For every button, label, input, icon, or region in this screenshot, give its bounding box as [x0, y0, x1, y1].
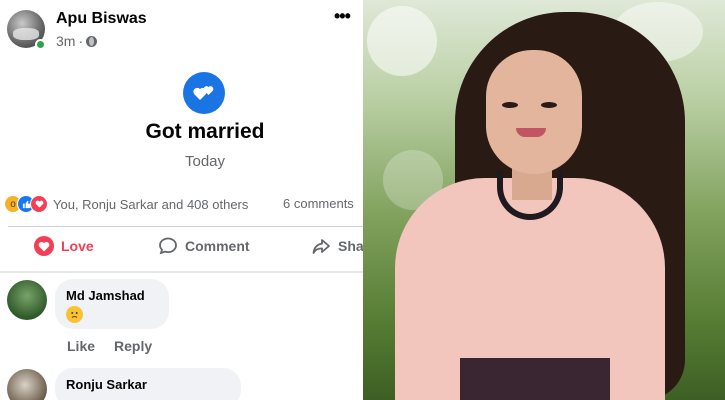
comment-button[interactable]: Comment	[158, 236, 250, 256]
divider	[8, 226, 363, 227]
love-reaction-icon	[30, 195, 48, 213]
life-event-date: Today	[184, 153, 226, 170]
love-label: Love	[61, 238, 94, 254]
facebook-post: Apu Biswas 3m · ••• Got married Today o …	[0, 0, 363, 400]
portrait-lips	[516, 128, 546, 137]
post-actions-bar: Love Comment Share	[0, 236, 363, 262]
life-event-title: Got married	[145, 120, 265, 143]
commenter-avatar[interactable]	[7, 369, 47, 400]
author-name[interactable]: Apu Biswas	[56, 10, 147, 28]
bokeh-light	[367, 6, 437, 76]
portrait-eye	[502, 102, 518, 108]
comment-icon	[159, 237, 177, 255]
portrait-skirt	[460, 358, 610, 400]
share-label: Share	[338, 238, 363, 254]
divider	[0, 271, 363, 273]
love-icon	[34, 236, 54, 256]
online-status-dot	[35, 39, 46, 50]
post-time[interactable]: 3m	[56, 33, 75, 49]
post-header: Apu Biswas 3m · •••	[0, 0, 363, 58]
comment-label: Comment	[185, 238, 250, 254]
portrait-eye	[541, 102, 557, 108]
reactions-text: You, Ronju Sarkar and 408 others	[53, 196, 249, 212]
more-options-icon[interactable]: •••	[334, 6, 351, 27]
post-meta: 3m ·	[56, 33, 98, 49]
comment-like-button[interactable]: Like	[67, 338, 95, 354]
comments-count[interactable]: 6 comments	[283, 196, 354, 211]
commenter-avatar[interactable]	[7, 280, 47, 320]
commenter-name[interactable]: Ronju Sarkar	[66, 377, 147, 392]
heart-event-icon	[183, 72, 225, 114]
comment-actions: Like Reply	[67, 338, 152, 354]
reactions-summary[interactable]: o You, Ronju Sarkar and 408 others	[4, 194, 248, 214]
meta-separator: ·	[78, 33, 84, 49]
comment-reply-button[interactable]: Reply	[114, 338, 152, 354]
sad-face-emoji-icon	[66, 306, 83, 323]
comment-bubble: Md Jamshad	[55, 279, 169, 329]
share-button[interactable]: Share	[311, 236, 363, 256]
love-button[interactable]: Love	[34, 236, 94, 256]
portrait-face	[486, 50, 582, 174]
commenter-name[interactable]: Md Jamshad	[66, 288, 145, 303]
comment-bubble: Ronju Sarkar	[55, 368, 241, 400]
share-icon	[312, 239, 330, 254]
globe-icon	[86, 35, 98, 47]
